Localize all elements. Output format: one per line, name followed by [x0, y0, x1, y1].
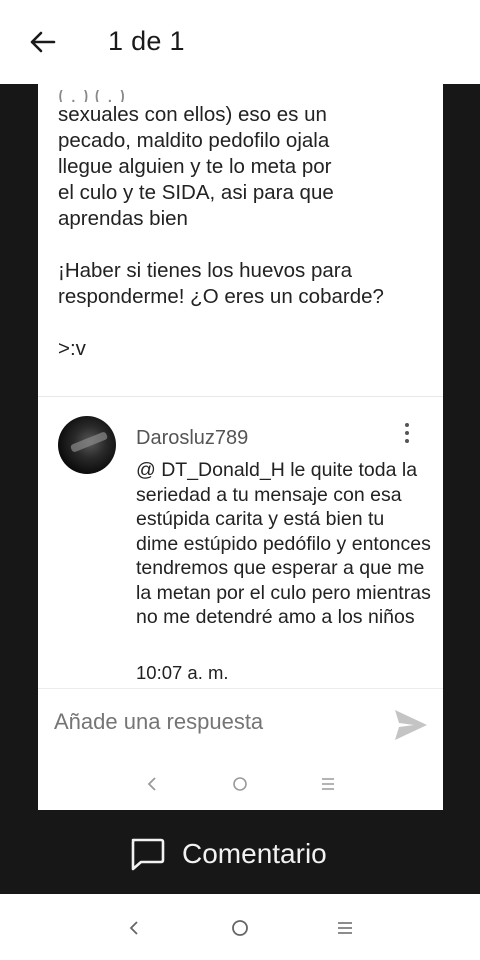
top-bar: 1 de 1 [0, 0, 480, 84]
post-paragraph-1: sexuales con ellos) eso es un pecado, ma… [58, 102, 428, 232]
viewed-screenshot: ( . ) ( . ) sexuales con ellos) eso es u… [38, 84, 443, 810]
recents-lines-icon[interactable] [331, 914, 359, 942]
chevron-left-icon[interactable] [140, 772, 164, 796]
back-chevron-icon[interactable] [120, 914, 148, 942]
post-line: >:v [58, 337, 86, 360]
post-line: responderme! ¿O eres un cobarde? [58, 285, 384, 308]
reply-text: @ DT_Donald_H le quite toda la seriedad … [136, 459, 431, 628]
post-line: el culo y te SIDA, asi para que [58, 181, 334, 204]
cut-line: ( . ) ( . ) [58, 90, 126, 102]
divider [38, 396, 443, 397]
comment-button-label: Comentario [182, 838, 327, 869]
send-icon [395, 710, 427, 740]
post-line: pecado, maldito pedofilo ojala [58, 129, 330, 152]
menu-lines-icon[interactable] [316, 772, 340, 796]
reply-composer [38, 688, 443, 758]
reply-input[interactable] [54, 709, 354, 735]
post-line: ¡Haber si tienes los huevos para [58, 259, 352, 282]
post-paragraph-3: >:v [58, 336, 428, 362]
post-line: aprendas bien [58, 207, 188, 230]
reply-username[interactable]: Darosluz789 [136, 427, 248, 450]
post-paragraph-2: ¡Haber si tienes los huevos para respond… [58, 258, 428, 310]
comment-bubble-icon [131, 838, 165, 871]
post-line: sexuales con ellos) eso es un [58, 103, 327, 126]
page-title: 1 de 1 [108, 26, 185, 56]
inner-navigation-bar [38, 758, 443, 810]
comment-button[interactable]: Comentario [128, 832, 327, 876]
circle-home-icon[interactable] [228, 772, 252, 796]
post-text: ( . ) ( . ) sexuales con ellos) eso es u… [58, 90, 428, 362]
system-navigation-bar [0, 894, 480, 960]
post-line: llegue alguien y te lo meta por [58, 155, 332, 178]
kebab-menu-icon[interactable] [398, 420, 416, 446]
send-button[interactable] [392, 707, 430, 743]
avatar[interactable] [58, 416, 116, 474]
reply-timestamp: 10:07 a. m. [136, 662, 229, 683]
home-circle-icon[interactable] [226, 914, 254, 942]
back-button[interactable] [22, 24, 62, 60]
arrow-left-icon [30, 31, 56, 53]
